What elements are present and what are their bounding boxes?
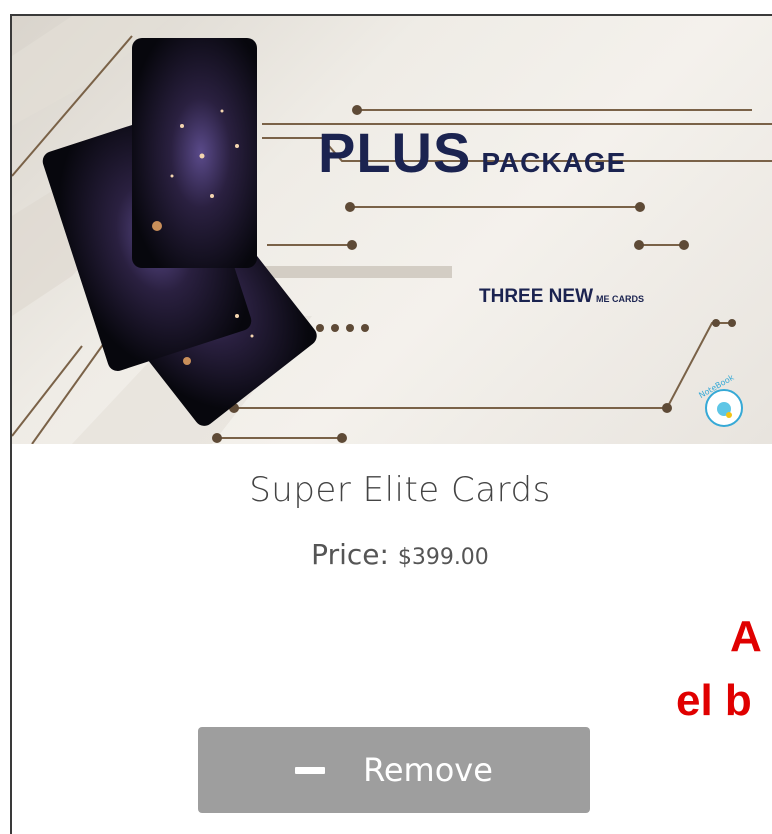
banner-tagline: THREE NEW ME CARDS [479, 286, 644, 308]
promo-text-line1: A [730, 612, 762, 661]
headline-package: PACKAGE [481, 147, 627, 178]
cards-illustration [42, 38, 317, 426]
price-value: $399.00 [397, 545, 489, 570]
remove-button[interactable]: Remove [198, 727, 590, 813]
product-price: Price: $399.00 [0, 538, 772, 571]
promo-text-line2: el b [676, 676, 752, 725]
remove-button-label: Remove [363, 751, 493, 789]
product-name: Super Elite Cards [249, 470, 551, 510]
banner-headline: PLUS PACKAGE [318, 120, 626, 185]
minus-icon [295, 766, 326, 774]
tagline-small: ME CARDS [596, 294, 645, 304]
price-label: Price: [311, 538, 389, 571]
product-banner-image: PLUS PACKAGE THREE NEW ME CARDS NoteBook [12, 16, 772, 444]
tagline-main: THREE NEW [479, 286, 593, 307]
headline-plus: PLUS [318, 121, 472, 184]
